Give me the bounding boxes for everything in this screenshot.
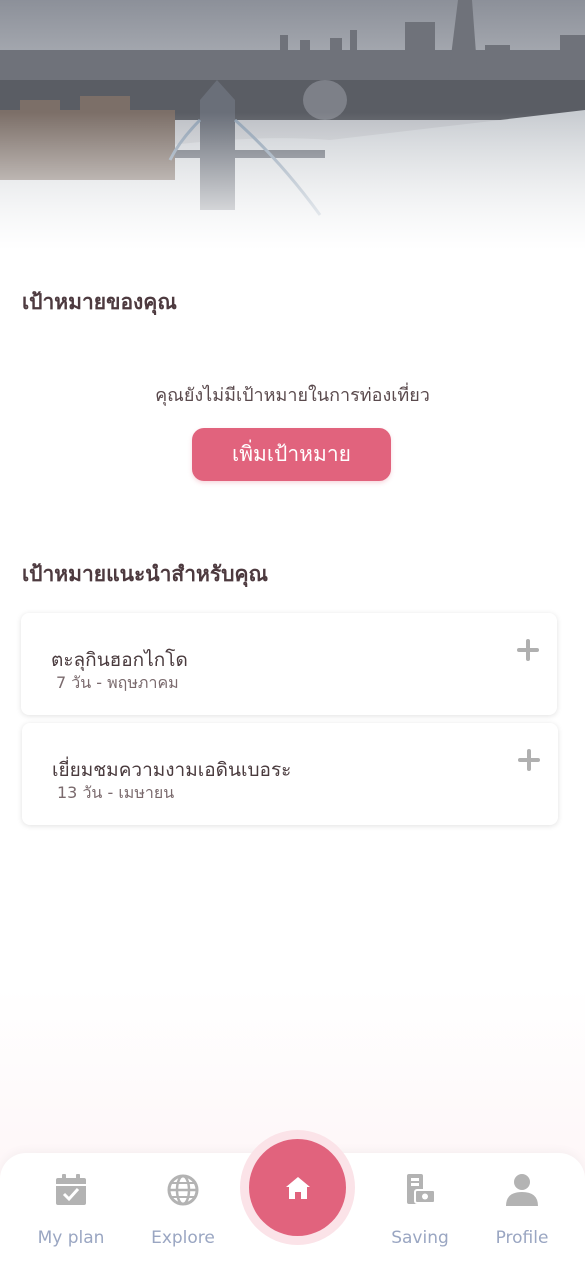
- add-goal-button[interactable]: เพิ่มเป้าหมาย: [192, 428, 391, 481]
- plus-icon[interactable]: [518, 749, 540, 771]
- recommended-goal-card[interactable]: ตะลุกินฮอกไกโด 7 วัน - พฤษภาคม: [21, 613, 557, 715]
- tab-explore[interactable]: Explore: [128, 1170, 238, 1255]
- goals-section-title: เป้าหมายของคุณ: [22, 290, 177, 314]
- plus-icon[interactable]: [517, 639, 539, 661]
- home-icon: [285, 1176, 310, 1199]
- tab-label: Saving: [391, 1228, 449, 1248]
- tab-profile[interactable]: Profile: [467, 1170, 577, 1255]
- goal-card-subtitle: 13 วัน - เมษายน: [57, 783, 175, 802]
- printer-money-icon: [400, 1170, 440, 1210]
- hero-city-image: [0, 0, 585, 250]
- goal-card-subtitle: 7 วัน - พฤษภาคม: [56, 673, 179, 692]
- user-icon: [502, 1170, 542, 1210]
- empty-goals-message: คุณยังไม่มีเป้าหมายในการท่องเที่ยว: [155, 385, 430, 406]
- tab-saving[interactable]: Saving: [365, 1170, 475, 1255]
- tab-label: My plan: [37, 1228, 105, 1248]
- recommended-section-title: เป้าหมายแนะนำสำหรับคุณ: [22, 562, 268, 586]
- tab-my-plan[interactable]: My plan: [16, 1170, 126, 1255]
- recommended-goal-card[interactable]: เยี่ยมชมความงามเอดินเบอระ 13 วัน - เมษาย…: [22, 723, 558, 825]
- globe-icon: [163, 1170, 203, 1210]
- calendar-check-icon: [51, 1170, 91, 1210]
- home-button[interactable]: [249, 1139, 346, 1236]
- tab-label: Profile: [495, 1228, 549, 1248]
- tab-label: Explore: [151, 1228, 215, 1248]
